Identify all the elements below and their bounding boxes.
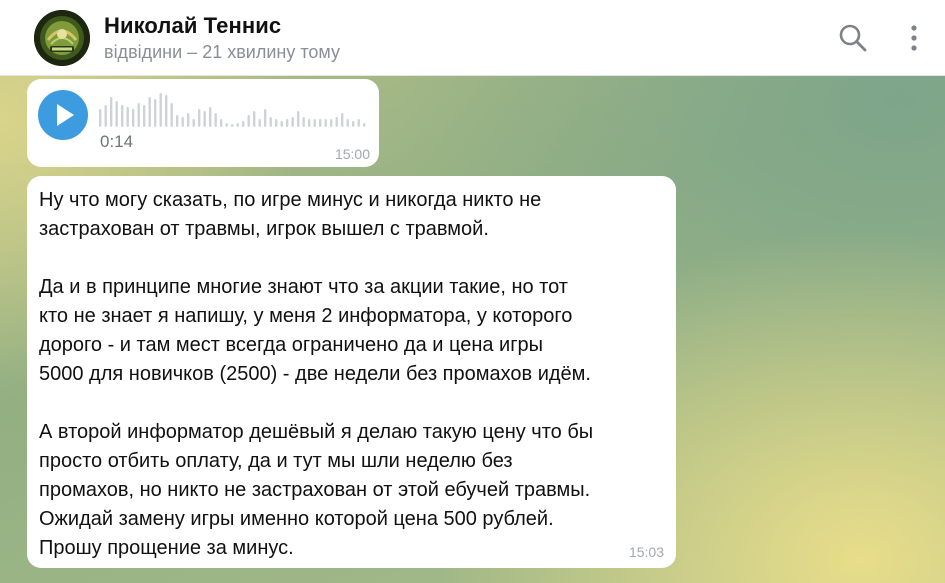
message-time: 15:00	[334, 146, 370, 162]
waveform-bar	[198, 109, 201, 127]
message-line: Да и в принципе многие знают что за акци…	[39, 276, 568, 298]
waveform-bar	[137, 103, 140, 127]
waveform-bar	[313, 119, 316, 127]
message-paragraph-gap	[39, 244, 675, 273]
waveform-bar	[170, 103, 173, 127]
chat-status: відвідини – 21 хвилину тому	[104, 42, 340, 62]
more-vertical-icon	[911, 25, 917, 51]
message-line: Ну что могу сказать, по игре минус и ник…	[39, 189, 542, 211]
waveform-bar	[203, 111, 206, 127]
waveform-bar	[269, 117, 272, 127]
message-line: просто отбить оплату, да и тут мы шли не…	[39, 450, 513, 472]
message-paragraph-gap	[39, 389, 675, 418]
avatar[interactable]	[34, 10, 90, 66]
waveform-bar	[357, 119, 360, 127]
waveform-bar	[291, 117, 294, 127]
waveform-bar	[297, 111, 300, 127]
waveform-bar	[115, 101, 118, 127]
waveform-bar	[253, 111, 256, 127]
message-line: застрахован от травмы, игрок вышел с тра…	[39, 218, 489, 240]
waveform-bar	[209, 107, 212, 127]
message-line: А второй информатор дешёвый я делаю таку…	[39, 421, 594, 443]
message-line: 5000 для новичков (2500) - две недели бе…	[39, 363, 591, 385]
waveform-bar	[346, 119, 349, 127]
waveform-bar	[181, 117, 184, 127]
waveform-bar	[132, 109, 135, 127]
play-icon	[57, 104, 74, 126]
waveform-bar	[275, 119, 278, 127]
waveform-bar	[236, 123, 239, 127]
waveform-bar	[176, 115, 179, 127]
message-line: дорого - и там мест всегда ограничено да…	[39, 334, 544, 356]
waveform-bar	[330, 119, 333, 127]
waveform-bar	[187, 113, 190, 127]
voice-waveform[interactable]	[99, 91, 371, 127]
waveform-bar	[126, 107, 129, 127]
waveform-bar	[159, 93, 162, 127]
waveform-bar	[99, 109, 102, 127]
message-line: Ожидай замену игры именно которой цена 5…	[39, 508, 554, 530]
waveform-bar	[341, 113, 344, 127]
waveform-bar	[247, 115, 250, 127]
waveform-bar	[352, 121, 355, 127]
message-line: Прошу прощение за минус.	[39, 537, 294, 559]
waveform-bar	[280, 121, 283, 127]
waveform-bar	[220, 119, 223, 127]
waveform-bar	[214, 113, 217, 127]
message-text[interactable]: Ну что могу сказать, по игре минус и ник…	[39, 186, 675, 563]
waveform-bar	[104, 105, 107, 127]
waveform-bar	[165, 95, 168, 127]
message-time: 15:03	[628, 544, 664, 560]
voice-duration: 0:14	[100, 132, 134, 151]
waveform-bar	[335, 117, 338, 127]
message-line: промахов, но никто не застрахован от это…	[39, 479, 591, 501]
waveform-bar	[143, 105, 146, 127]
search-button[interactable]	[835, 20, 871, 56]
more-menu-button[interactable]	[896, 20, 932, 56]
voice-message-bubble: 0:14 15:00	[27, 79, 379, 167]
waveform-bar	[110, 97, 113, 127]
chat-title[interactable]: Николай Теннис	[104, 13, 281, 39]
chat-header: Николай Теннис відвідини – 21 хвилину то…	[0, 0, 945, 76]
waveform-bar	[286, 119, 289, 127]
waveform-bar	[308, 119, 311, 127]
search-icon	[839, 24, 867, 52]
waveform-bar	[324, 119, 327, 127]
waveform-bar	[363, 123, 366, 127]
waveform-bar	[154, 99, 157, 127]
tennis-club-logo-icon	[34, 10, 90, 66]
waveform-bar	[264, 109, 267, 127]
waveform-bar	[231, 124, 234, 127]
play-button[interactable]	[38, 90, 88, 140]
waveform-bar	[121, 105, 124, 127]
waveform-bar	[225, 123, 228, 127]
waveform-bar	[148, 97, 151, 127]
waveform-bar	[242, 121, 245, 127]
waveform-bar	[302, 117, 305, 127]
message-line: кто не знает я напишу, у меня 2 информат…	[39, 305, 573, 327]
waveform-bar	[319, 119, 322, 127]
waveform-bar	[192, 119, 195, 127]
waveform-bar	[258, 119, 261, 127]
text-message-bubble: Ну что могу сказать, по игре минус и ник…	[27, 176, 676, 568]
